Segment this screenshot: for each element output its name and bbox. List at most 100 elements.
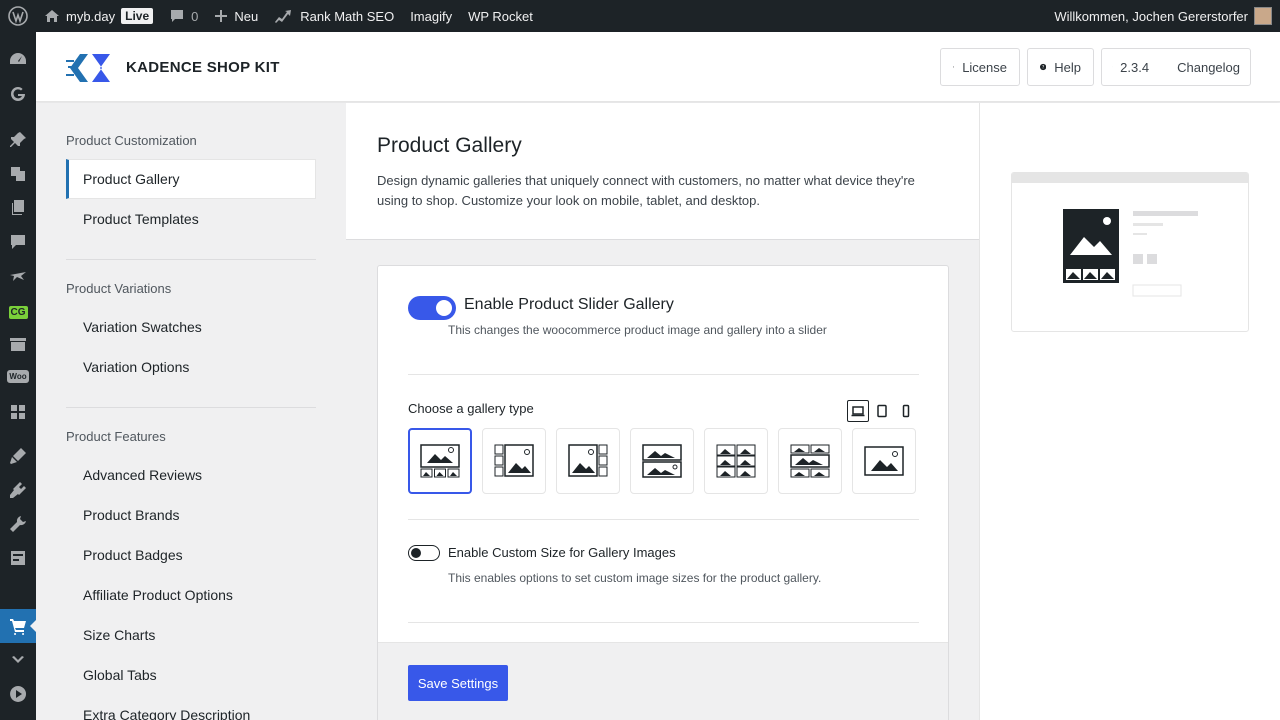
comments-icon[interactable] bbox=[0, 225, 36, 259]
gallery-stacked-icon bbox=[642, 444, 682, 478]
gallery-type-stacked[interactable] bbox=[630, 428, 694, 494]
page-title: Product Gallery bbox=[377, 134, 522, 157]
divider bbox=[66, 407, 316, 408]
woocommerce-icon[interactable]: Woo bbox=[0, 359, 36, 393]
gallery-type-thumbs-right[interactable] bbox=[556, 428, 620, 494]
cg-icon[interactable]: CG bbox=[0, 295, 36, 329]
tools-icon[interactable] bbox=[0, 507, 36, 541]
dashboard-icon[interactable] bbox=[0, 43, 36, 77]
group-title-customization: Product Customization bbox=[66, 133, 197, 148]
site-name: myb.day bbox=[66, 8, 116, 24]
woo-badge: Woo bbox=[7, 369, 29, 383]
gallery-type-label: Choose a gallery type bbox=[408, 401, 534, 416]
google-icon[interactable] bbox=[0, 77, 36, 111]
nav-advanced-reviews[interactable]: Advanced Reviews bbox=[66, 455, 316, 495]
chevron-down-icon[interactable] bbox=[0, 643, 36, 677]
rank-math-label: Rank Math SEO bbox=[300, 8, 395, 24]
tablet-icon bbox=[877, 404, 887, 418]
mobile-device-button[interactable] bbox=[895, 400, 917, 422]
nav-product-templates[interactable]: Product Templates bbox=[66, 199, 316, 239]
plus-icon bbox=[215, 10, 228, 22]
save-settings-button[interactable]: Save Settings bbox=[408, 665, 508, 701]
nav-extra-category-description[interactable]: Extra Category Description bbox=[66, 695, 316, 720]
brand-title: KADENCE SHOP KIT bbox=[126, 59, 280, 76]
gallery-type-thumbs-below[interactable] bbox=[408, 428, 472, 494]
pages-icon[interactable] bbox=[0, 191, 36, 225]
product-preview-illustration bbox=[1063, 209, 1198, 297]
page-header: Product Gallery Design dynamic galleries… bbox=[346, 103, 979, 240]
nav-product-gallery[interactable]: Product Gallery bbox=[66, 159, 316, 199]
settings-icon[interactable] bbox=[0, 541, 36, 575]
rank-math-link[interactable]: Rank Math SEO bbox=[266, 0, 402, 32]
pin-icon[interactable] bbox=[0, 123, 36, 157]
wordpress-logo-icon[interactable] bbox=[0, 0, 36, 32]
custom-size-help: This enables options to set custom image… bbox=[448, 571, 822, 585]
version-label: 2.3.4 bbox=[1120, 59, 1150, 75]
cart-icon[interactable] bbox=[0, 609, 37, 643]
archive-icon[interactable] bbox=[0, 327, 36, 361]
feedback-icon[interactable] bbox=[0, 259, 36, 293]
gallery-preview bbox=[1011, 172, 1249, 332]
license-label: License bbox=[962, 59, 1007, 75]
home-icon bbox=[45, 10, 59, 22]
wp-rocket-label: WP Rocket bbox=[468, 8, 533, 24]
settings-sidebar: Product Customization Product Gallery Pr… bbox=[36, 103, 346, 720]
preview-bar bbox=[1012, 173, 1248, 183]
rank-math-icon bbox=[275, 10, 292, 23]
imagify-link[interactable]: Imagify bbox=[402, 0, 460, 32]
kadence-logo-icon bbox=[66, 54, 110, 82]
divider bbox=[66, 259, 316, 260]
plugins-icon[interactable] bbox=[0, 473, 36, 507]
desktop-icon bbox=[851, 406, 865, 417]
media-icon[interactable] bbox=[0, 157, 36, 191]
new-content-link[interactable]: Neu bbox=[206, 0, 266, 32]
greeting: Willkommen, Jochen Gererstorfer bbox=[1054, 8, 1248, 24]
help-icon: ? bbox=[1040, 63, 1047, 71]
play-icon[interactable] bbox=[0, 677, 36, 711]
custom-size-label: Enable Custom Size for Gallery Images bbox=[448, 545, 676, 560]
appearance-icon[interactable] bbox=[0, 439, 36, 473]
admin-menu: CG Woo bbox=[0, 32, 37, 720]
gallery-type-grid[interactable] bbox=[704, 428, 768, 494]
desktop-device-button[interactable] bbox=[847, 400, 869, 422]
imagify-label: Imagify bbox=[410, 8, 453, 24]
mobile-icon bbox=[902, 404, 910, 418]
site-name-link[interactable]: myb.day Live bbox=[36, 0, 161, 32]
comments-link[interactable]: 0 bbox=[161, 0, 206, 32]
avatar bbox=[1254, 7, 1272, 25]
comment-icon bbox=[171, 10, 184, 22]
nav-global-tabs[interactable]: Global Tabs bbox=[66, 655, 316, 695]
group-title-features: Product Features bbox=[66, 429, 166, 444]
nav-product-badges[interactable]: Product Badges bbox=[66, 535, 316, 575]
help-button[interactable]: ? Help bbox=[1027, 48, 1094, 86]
changelog-button[interactable]: 2.3.4 Changelog bbox=[1101, 48, 1251, 86]
custom-size-toggle[interactable] bbox=[408, 545, 440, 561]
gallery-type-single[interactable] bbox=[852, 428, 916, 494]
gallery-single-icon bbox=[864, 446, 904, 476]
group-title-variations: Product Variations bbox=[66, 281, 172, 296]
cg-badge: CG bbox=[8, 305, 28, 319]
slider-gallery-toggle[interactable] bbox=[408, 296, 456, 320]
blocks-icon[interactable] bbox=[0, 395, 36, 429]
gallery-type-grid-large[interactable] bbox=[778, 428, 842, 494]
wp-rocket-link[interactable]: WP Rocket bbox=[460, 0, 541, 32]
account-menu[interactable]: Willkommen, Jochen Gererstorfer bbox=[1054, 0, 1272, 32]
nav-affiliate-product-options[interactable]: Affiliate Product Options bbox=[66, 575, 316, 615]
nav-variation-options[interactable]: Variation Options bbox=[66, 347, 316, 387]
gallery-type-thumbs-left[interactable] bbox=[482, 428, 546, 494]
page-description: Design dynamic galleries that uniquely c… bbox=[377, 173, 915, 208]
gallery-thumbs-right-icon bbox=[568, 444, 608, 477]
card-footer: Save Settings bbox=[378, 642, 948, 720]
new-label: Neu bbox=[234, 8, 259, 24]
divider bbox=[408, 519, 919, 520]
tablet-device-button[interactable] bbox=[871, 400, 893, 422]
main-panel: Product Gallery Design dynamic galleries… bbox=[346, 103, 980, 720]
nav-variation-swatches[interactable]: Variation Swatches bbox=[66, 307, 316, 347]
license-button[interactable]: License bbox=[940, 48, 1020, 86]
admin-bar: myb.day Live 0 Neu Rank Math SEO Imagify… bbox=[0, 0, 1280, 32]
help-label: Help bbox=[1054, 59, 1081, 75]
nav-product-brands[interactable]: Product Brands bbox=[66, 495, 316, 535]
nav-size-charts[interactable]: Size Charts bbox=[66, 615, 316, 655]
live-badge: Live bbox=[121, 8, 154, 24]
preview-panel bbox=[980, 103, 1280, 720]
